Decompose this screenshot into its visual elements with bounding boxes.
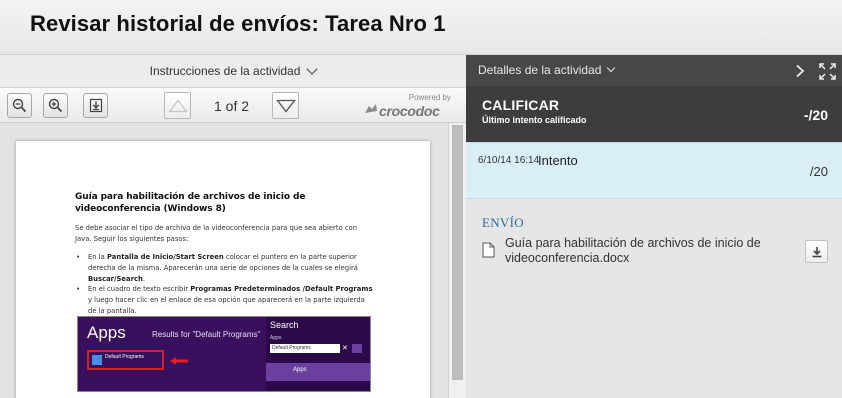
next-page-button[interactable] <box>272 92 299 119</box>
document-viewer-panel: Instrucciones de la actividad 1 of 2 Pow… <box>0 55 466 398</box>
document-area[interactable]: Guía para habilitación de archivos de in… <box>0 123 448 398</box>
crocodoc-icon <box>365 104 377 113</box>
chevron-down-icon <box>607 63 616 73</box>
grade-subtitle: Último intento calificado <box>482 115 587 125</box>
collapse-panel-button[interactable] <box>791 62 809 80</box>
document-page: Guía para habilitación de archivos de in… <box>16 141 430 398</box>
bullet-1-bold-a: Pantalla de Inicio/Start Screen <box>106 253 224 261</box>
activity-details-panel: Detalles de la actividad CALIFICAR Últim… <box>466 55 842 398</box>
screenshot-apps-title: Apps <box>87 323 126 342</box>
bullet-1-bold-b: Buscar/Search <box>88 275 143 283</box>
screenshot-clear-icon: ✕ <box>342 345 348 352</box>
screenshot-selected-label: Apps <box>293 367 307 373</box>
details-toggle[interactable]: Detalles de la actividad <box>478 63 616 77</box>
scrollbar-thumb[interactable] <box>452 125 463 380</box>
document-screenshot: Apps Results for "Default Programs" Defa… <box>77 316 371 392</box>
screenshot-default-programs-tile: Default Programs <box>87 350 164 370</box>
screenshot-search-input: Default Programs <box>270 344 340 353</box>
triangle-up-icon <box>167 98 188 112</box>
grade-value: -/20 <box>803 107 828 123</box>
download-icon <box>89 98 102 113</box>
triangle-down-icon <box>275 99 296 113</box>
grade-title: CALIFICAR <box>482 97 560 113</box>
page-title: Revisar historial de envíos: Tarea Nro 1 <box>30 11 446 36</box>
previous-page-button[interactable] <box>164 92 191 119</box>
grade-row: CALIFICAR Último intento calificado -/20 <box>466 86 842 142</box>
screenshot-search-icon <box>352 344 362 353</box>
fullscreen-button[interactable] <box>818 62 836 80</box>
details-header: Detalles de la actividad <box>466 55 842 86</box>
document-intro: Se debe asociar el tipo de archivo de la… <box>75 224 358 243</box>
download-icon <box>812 246 821 257</box>
document-bullet-2: • En el cuadro de texto escribir Program… <box>75 284 375 317</box>
screenshot-search-pane: Search Apps Default Programs ✕ Apps <box>266 317 370 391</box>
download-document-button[interactable] <box>83 93 108 118</box>
screenshot-tile-label: Default Programs <box>105 354 144 360</box>
instructions-toggle[interactable]: Instrucciones de la actividad <box>149 63 319 78</box>
zoom-in-icon <box>48 98 63 113</box>
screenshot-results-text: Results for "Default Programs" <box>152 330 261 339</box>
screenshot-tile-icon <box>92 355 102 365</box>
expand-icon <box>818 62 836 80</box>
instructions-label: Instrucciones de la actividad <box>149 64 301 78</box>
zoom-out-icon <box>12 98 27 113</box>
zoom-in-button[interactable] <box>43 93 68 118</box>
screenshot-selected-row: Apps <box>266 363 370 381</box>
document-scrollbar[interactable] <box>448 123 466 398</box>
page-header: Revisar historial de envíos: Tarea Nro 1 <box>0 0 842 55</box>
bullet-1-text-c: . <box>142 275 145 283</box>
details-label: Detalles de la actividad <box>478 63 602 77</box>
screenshot-apps-small: Apps <box>270 335 282 341</box>
bullet-1-text-a: En la <box>88 253 107 261</box>
submission-title: ENVÍO <box>482 215 524 230</box>
crocodoc-brand: crocodoc <box>379 103 440 119</box>
attempt-row[interactable]: 6/10/14 16:14 Intento /20 <box>466 142 842 199</box>
submission-file-link[interactable]: Guía para habilitación de archivos de in… <box>505 236 775 266</box>
bullet-2-text-a: En el cuadro de texto escribir <box>88 285 191 293</box>
powered-by-label: Powered by <box>408 93 451 102</box>
download-file-button[interactable] <box>805 240 828 263</box>
chevron-right-icon <box>796 64 805 78</box>
attempt-date: 6/10/14 16:14 <box>478 155 540 166</box>
bullet-2-text-b: y luego hacer clic en el enlace de esa o… <box>88 296 365 315</box>
bullet-2-bold-a: Programas Predeterminados /Default Progr… <box>190 285 373 293</box>
chevron-down-icon <box>306 63 319 75</box>
document-heading: Guía para habilitación de archivos de in… <box>75 192 306 214</box>
crocodoc-logo: Powered by crocodoc <box>363 93 453 119</box>
red-arrow-icon <box>170 357 188 365</box>
viewer-toolbar: 1 of 2 Powered by crocodoc <box>0 87 466 123</box>
submission-section: ENVÍO Guía para habilitación de archivos… <box>466 199 842 398</box>
page-indicator: 1 of 2 <box>214 98 250 114</box>
zoom-out-button[interactable] <box>7 93 32 118</box>
screenshot-search-label: Search <box>270 320 299 330</box>
file-icon <box>482 242 495 258</box>
bullet-dot: • <box>76 285 81 293</box>
attempt-grade: /20 <box>809 164 828 179</box>
attempt-label: Intento <box>538 153 578 168</box>
document-bullet-1: • En la Pantalla de Inicio/Start Screen … <box>75 252 375 285</box>
bullet-dot: • <box>76 253 81 261</box>
instructions-bar: Instrucciones de la actividad <box>0 55 466 87</box>
